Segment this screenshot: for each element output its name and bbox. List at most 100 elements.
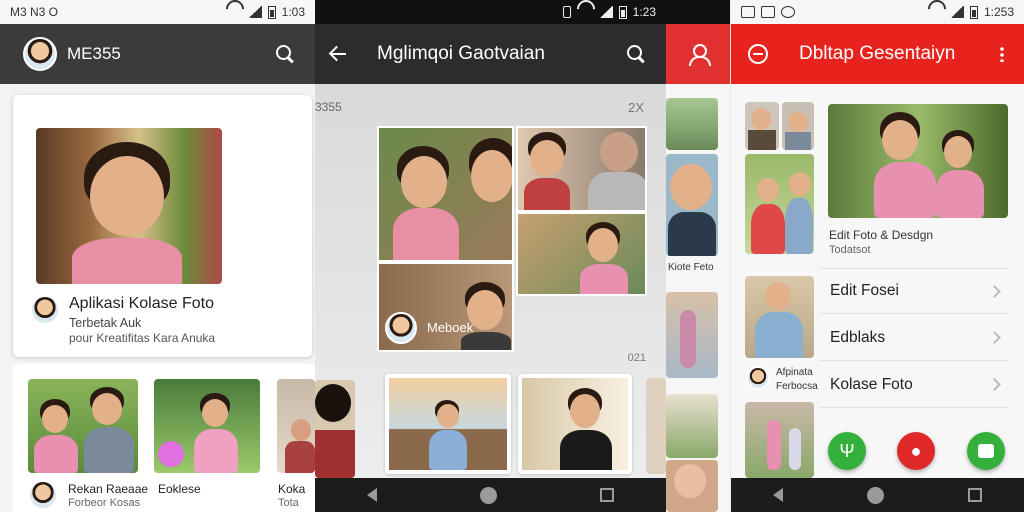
photo-thumb[interactable] <box>745 276 814 358</box>
menu-item-effects[interactable]: Edblaks <box>819 315 1009 361</box>
search-icon <box>275 44 295 64</box>
photo-thumb[interactable] <box>666 292 718 378</box>
cropped-photo[interactable] <box>315 380 355 478</box>
template-thumb[interactable] <box>154 379 260 473</box>
screen-title: Mglimqoi Gaotvaian <box>377 43 545 64</box>
featured-card[interactable]: Aplikasi Kolase Foto Terbetak Auk pour K… <box>13 95 312 357</box>
section-label: 021 <box>627 352 646 364</box>
fork-action-button[interactable]: Ψ <box>828 432 866 470</box>
phone-screen-editor-menu: 1:253 Dbltap Gesentaiyn Afpinata Ferbocs… <box>731 0 1024 512</box>
template-list: Rekan Raeaae Forbeor Kosas Eoklese Koka … <box>13 364 315 512</box>
nav-recents-icon[interactable] <box>600 488 615 502</box>
chevron-right-icon <box>988 285 1001 298</box>
collage-cell[interactable] <box>516 212 647 296</box>
chevron-right-icon <box>988 378 1001 391</box>
status-bar: 1:253 <box>731 0 1024 24</box>
pin-icon: ● <box>910 440 922 461</box>
back-button[interactable] <box>315 46 347 62</box>
nav-recents-icon[interactable] <box>968 488 982 502</box>
thumb-label: Kiote Feto <box>668 262 714 273</box>
photo-thumb[interactable] <box>782 102 814 150</box>
profile-avatar[interactable] <box>23 37 57 71</box>
system-nav-bar <box>315 478 666 512</box>
frame-action-button[interactable] <box>967 432 1005 470</box>
block-icon <box>748 44 768 64</box>
block-button[interactable] <box>731 44 768 64</box>
menu-item-collage[interactable]: Kolase Foto <box>819 362 1009 408</box>
app-bar: Dbltap Gesentaiyn <box>731 24 1024 84</box>
person-icon <box>688 44 711 66</box>
template-thumb[interactable] <box>277 379 315 473</box>
phone-screen-gallery: 1:23 Mglimqoi Gaotvaian 3355 2X Meboek 0… <box>315 0 666 512</box>
pin-action-button[interactable]: ● <box>897 432 935 470</box>
nav-back-icon[interactable] <box>773 488 783 502</box>
photo-thumb[interactable] <box>666 154 718 256</box>
search-icon <box>626 44 646 64</box>
status-time: 1:03 <box>281 5 305 19</box>
vibrate-icon <box>562 6 571 18</box>
system-nav-bar <box>731 478 1024 512</box>
profile-button[interactable] <box>688 44 711 66</box>
frame-icon <box>978 444 994 458</box>
photo-icon <box>761 6 775 18</box>
count-label: 3355 <box>315 100 342 114</box>
status-time: 1:253 <box>983 5 1014 19</box>
collage-cell[interactable]: Meboek <box>377 262 514 352</box>
side-label: Ferbocsa <box>776 381 818 392</box>
featured-photo[interactable] <box>828 104 1008 218</box>
card-subtitle: Terbetak Auk <box>69 316 142 330</box>
hero-title: Edit Foto & Desdgn <box>829 228 934 242</box>
action-bar: Ψ ● <box>815 418 1024 478</box>
author-avatar <box>28 480 58 510</box>
photo-thumb[interactable] <box>385 374 511 474</box>
collage-cell[interactable] <box>377 126 514 262</box>
status-time: 1:23 <box>632 5 656 19</box>
more-vert-icon[interactable] <box>1000 46 1004 62</box>
author-avatar <box>746 366 770 390</box>
photo-thumb[interactable] <box>666 460 718 512</box>
featured-photo <box>36 128 222 284</box>
search-button[interactable] <box>626 44 646 64</box>
menu-item-edit[interactable]: Edit Fosei <box>819 268 1009 314</box>
photo-collage[interactable]: Meboek <box>377 126 647 352</box>
wifi-icon <box>928 6 944 18</box>
photo-thumb[interactable] <box>666 98 718 150</box>
sync-icon <box>781 6 795 18</box>
photo-thumb[interactable] <box>666 394 718 458</box>
nav-back-icon[interactable] <box>366 488 377 502</box>
menu-item-label: Kolase Foto <box>830 375 913 393</box>
template-sub: Tota <box>278 497 299 509</box>
collage-editor: 3355 2X Meboek 021 <box>315 84 666 478</box>
arrow-back-icon <box>329 46 347 62</box>
status-bar: 1:23 <box>315 0 666 24</box>
menu-item-label: Edit Fosei <box>830 282 899 299</box>
close-label[interactable]: 2X <box>628 100 644 115</box>
author-avatar <box>385 312 417 344</box>
battery-icon <box>969 5 978 19</box>
search-button[interactable] <box>275 44 295 64</box>
wifi-icon <box>577 6 593 18</box>
battery-icon <box>267 5 276 19</box>
photo-thumb[interactable] <box>745 402 814 478</box>
card-title: Aplikasi Kolase Foto <box>69 295 214 312</box>
signal-icon <box>949 6 964 18</box>
photo-thumb[interactable] <box>745 154 814 254</box>
signal-icon <box>598 6 613 18</box>
cropped-photo[interactable] <box>646 378 666 474</box>
app-bar: Mglimqoi Gaotvaian <box>315 24 666 84</box>
photo-thumb[interactable] <box>518 374 632 474</box>
hero-subtitle: Todatsot <box>829 244 871 256</box>
collage-cell[interactable] <box>516 126 647 212</box>
template-thumb[interactable] <box>28 379 138 473</box>
photo-thumb[interactable] <box>745 102 779 150</box>
nav-home-icon[interactable] <box>867 486 884 504</box>
template-sub: Forbeor Kosas <box>68 497 141 509</box>
status-bar: M3 N3 O 1:03 <box>0 0 315 24</box>
nav-home-icon[interactable] <box>479 486 497 504</box>
battery-icon <box>618 5 627 19</box>
fork-icon: Ψ <box>839 440 855 461</box>
screen-title: Dbltap Gesentaiyn <box>799 43 956 64</box>
template-label: Eoklese <box>158 482 201 496</box>
notification-icon <box>741 6 755 18</box>
phone-screen-strip: Kiote Feto <box>666 0 730 512</box>
